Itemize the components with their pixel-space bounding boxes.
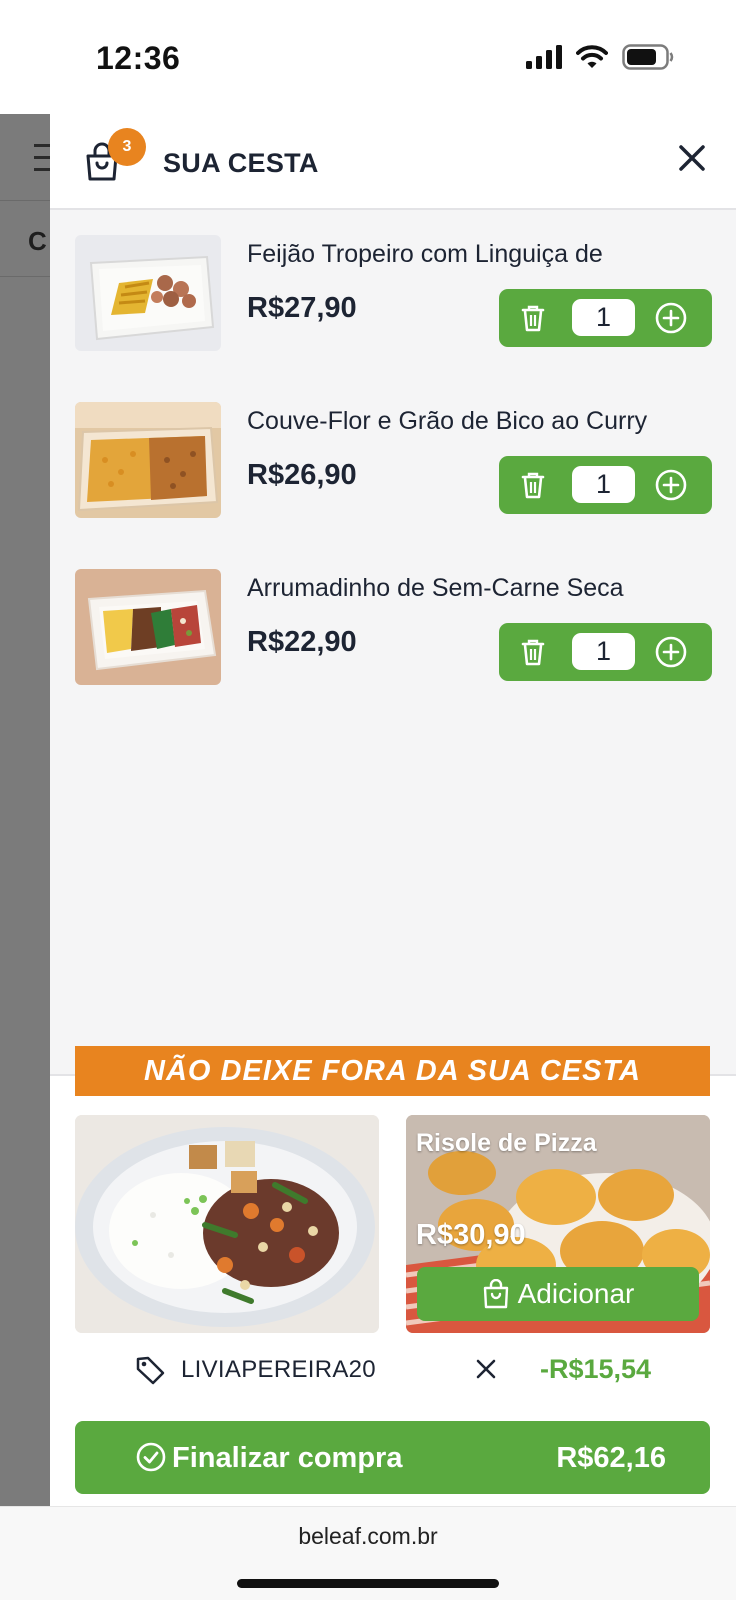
item-price: R$26,90 xyxy=(247,459,357,491)
quantity-stepper: 1 xyxy=(499,289,712,347)
menu-icon xyxy=(34,144,50,174)
item-name: Arrumadinho de Sem-Carne Seca xyxy=(247,574,624,602)
drawer-title: SUA CESTA xyxy=(163,148,319,178)
plus-circle-icon[interactable] xyxy=(654,301,688,335)
product-image xyxy=(75,1115,379,1333)
upsell-card[interactable]: Risole de Pizza R$30,90 Adicionar xyxy=(406,1115,710,1333)
trash-icon[interactable] xyxy=(517,636,549,668)
plus-circle-icon[interactable] xyxy=(654,635,688,669)
drawer-header: 3 SUA CESTA xyxy=(50,114,736,210)
divider xyxy=(0,200,50,201)
upsell-product-name: Risole de Pizza xyxy=(416,1129,597,1157)
wifi-icon xyxy=(576,45,608,68)
quantity-value[interactable]: 1 xyxy=(572,466,635,503)
upsell-banner: NÃO DEIXE FORA DA SUA CESTA xyxy=(75,1046,710,1096)
item-name: Feijão Tropeiro com Linguiça de xyxy=(247,240,603,268)
browser-address-bar[interactable]: beleaf.com.br xyxy=(0,1506,736,1600)
page-backdrop[interactable]: C xyxy=(0,114,50,1506)
status-icons xyxy=(526,44,674,70)
trash-icon[interactable] xyxy=(517,469,549,501)
battery-icon xyxy=(622,44,674,70)
cart-items-list: Feijão Tropeiro com Linguiça de R$27,90 … xyxy=(50,210,736,711)
check-circle-icon xyxy=(136,1442,166,1472)
upsell-card[interactable] xyxy=(75,1115,379,1333)
product-image xyxy=(75,569,221,685)
quantity-stepper: 1 xyxy=(499,623,712,681)
upsell-carousel[interactable]: Risole de Pizza R$30,90 Adicionar xyxy=(75,1115,710,1333)
upsell-product-price: R$30,90 xyxy=(416,1219,526,1251)
close-icon[interactable] xyxy=(473,1356,499,1382)
quantity-value[interactable]: 1 xyxy=(572,299,635,336)
checkout-total: R$62,16 xyxy=(556,1442,666,1474)
item-price: R$27,90 xyxy=(247,292,357,324)
trash-icon[interactable] xyxy=(517,302,549,334)
url-text[interactable]: beleaf.com.br xyxy=(0,1523,736,1550)
quantity-stepper: 1 xyxy=(499,456,712,514)
item-name: Couve-Flor e Grão de Bico ao Curry xyxy=(247,407,648,435)
cart-item: Feijão Tropeiro com Linguiça de R$27,90 … xyxy=(50,210,736,377)
coupon-code: LIVIAPEREIRA20 xyxy=(181,1356,376,1383)
tag-icon xyxy=(136,1356,165,1385)
checkout-label: Finalizar compra xyxy=(172,1442,403,1474)
screen: 12:36 C 3 SUA CESTA Feijão Tropeiro com … xyxy=(0,0,736,1600)
divider xyxy=(0,276,50,277)
home-indicator[interactable] xyxy=(237,1579,499,1588)
cart-drawer: 3 SUA CESTA Feijão Tropeiro com Linguiça… xyxy=(50,114,736,1506)
status-time: 12:36 xyxy=(96,40,181,76)
cart-item: Arrumadinho de Sem-Carne Seca R$22,90 1 xyxy=(50,544,736,711)
close-icon[interactable] xyxy=(674,140,710,176)
shopping-bag-icon xyxy=(483,1279,508,1309)
signal-icon xyxy=(526,45,562,69)
coupon-discount: -R$15,54 xyxy=(540,1354,652,1384)
status-bar: 12:36 xyxy=(0,0,736,114)
checkout-button[interactable]: Finalizar compra R$62,16 xyxy=(75,1421,710,1494)
cart-item: Couve-Flor e Grão de Bico ao Curry R$26,… xyxy=(50,377,736,544)
plus-circle-icon[interactable] xyxy=(654,468,688,502)
product-image xyxy=(75,402,221,518)
cart-count-badge: 3 xyxy=(108,128,146,166)
quantity-value[interactable]: 1 xyxy=(572,633,635,670)
add-to-cart-label: Adicionar xyxy=(517,1278,635,1309)
backdrop-text: C xyxy=(28,226,47,256)
add-to-cart-button[interactable]: Adicionar xyxy=(417,1267,699,1321)
coupon-row: LIVIAPEREIRA20 -R$15,54 xyxy=(50,1346,736,1396)
product-image xyxy=(75,235,221,351)
item-price: R$22,90 xyxy=(247,626,357,658)
